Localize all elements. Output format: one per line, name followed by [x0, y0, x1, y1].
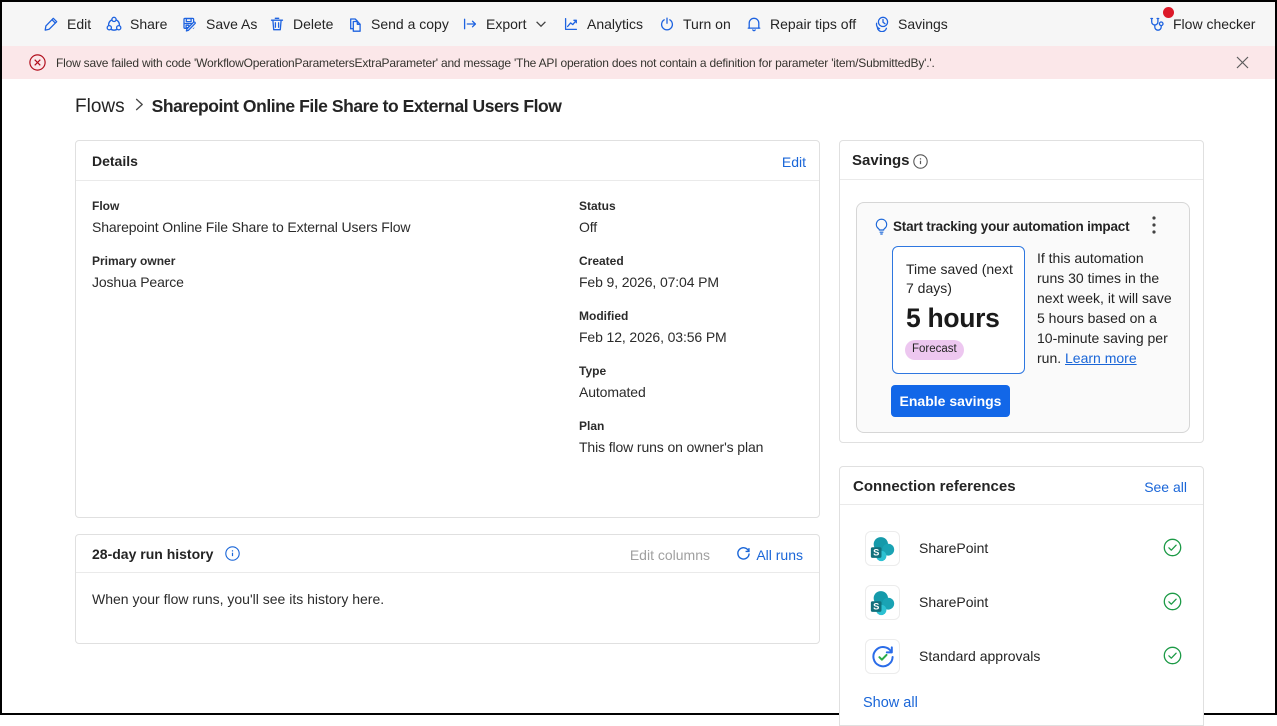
svg-text:S: S — [873, 547, 879, 557]
svg-text:S: S — [873, 601, 879, 611]
